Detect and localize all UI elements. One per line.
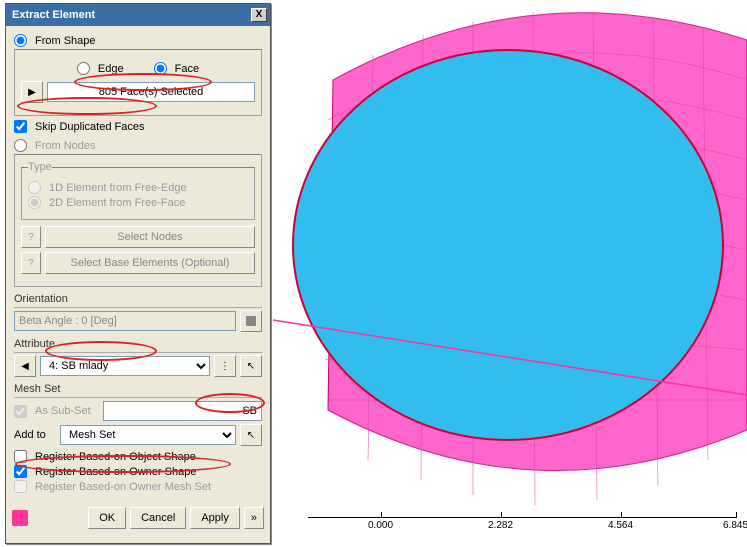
cancel-button[interactable]: Cancel [130,507,186,529]
opt-1d-label: 1D Element from Free-Edge [49,182,187,194]
extract-element-dialog: Extract Element X From Shape Edge Face [5,3,271,544]
cursor-icon: ↖ [247,361,255,372]
attribute-pick-button[interactable]: ↖ [240,355,262,377]
from-shape-radio[interactable]: From Shape [14,34,262,47]
as-subset-input [14,405,27,418]
titlebar[interactable]: Extract Element X [6,4,270,26]
reg-object-checkbox[interactable]: Register Based-on Object Shape [14,450,262,463]
from-shape-label: From Shape [35,35,96,47]
orientation-label: Orientation [14,293,262,308]
face-radio-input[interactable] [154,62,167,75]
selection-field[interactable] [47,82,255,102]
more-button[interactable]: » [244,507,264,529]
as-subset-label: As Sub-Set [35,405,91,417]
type-group: Type 1D Element from Free-Edge 2D Elemen… [21,161,255,220]
edge-radio[interactable]: Edge [77,62,124,75]
ruler: 0.000 2.282 4.564 6.845 [308,517,737,537]
reg-object-input[interactable] [14,450,27,463]
dialog-title: Extract Element [12,9,95,21]
add-to-pick-button[interactable]: ↖ [240,424,262,446]
from-shape-group: Edge Face ▶ [14,49,262,116]
apply-button[interactable]: Apply [190,507,240,529]
opt-1d-radio: 1D Element from Free-Edge [28,181,248,194]
meshset-name-field[interactable] [103,401,262,421]
model-render [273,0,747,520]
edge-radio-input[interactable] [77,62,90,75]
opt-2d-radio: 2D Element from Free-Face [28,196,248,209]
tick-1: 2.282 [488,520,513,531]
as-subset-checkbox: As Sub-Set [14,405,91,418]
eraser-icon[interactable] [12,510,28,526]
close-icon[interactable]: X [251,8,267,22]
orientation-button[interactable] [240,310,262,332]
attribute-combo[interactable]: 4: SB mlady [40,356,210,376]
button-row: OK Cancel Apply » [6,501,270,535]
reg-mesh-input [14,480,27,493]
chevron-left-icon: ◀ [21,361,29,372]
ok-button[interactable]: OK [88,507,126,529]
dialog-body: From Shape Edge Face ▶ S [6,26,270,501]
help-icon: ? [21,226,41,248]
face-label: Face [175,63,199,75]
type-label: Type [28,161,52,173]
from-nodes-radio-input[interactable] [14,139,27,152]
skip-duplicated-checkbox[interactable]: Skip Duplicated Faces [14,120,262,133]
orientation-field [14,311,236,331]
arrow-right-icon: ▶ [28,87,36,98]
select-base-button: Select Base Elements (Optional) [45,252,255,274]
tick-2: 4.564 [608,520,633,531]
from-nodes-radio[interactable]: From Nodes [14,139,262,152]
reg-object-label: Register Based-on Object Shape [35,451,196,463]
tick-3: 6.845 [723,520,747,531]
reg-owner-input[interactable] [14,465,27,478]
viewport-3d[interactable]: 0.000 2.282 4.564 6.845 [273,0,747,547]
reg-owner-label: Register Based-on Owner Shape [35,466,196,478]
dots-icon: ⋮ [220,361,230,372]
select-nodes-button: Select Nodes [45,226,255,248]
reg-mesh-label: Register Based-on Owner Mesh Set [35,481,211,493]
opt-2d-input [28,196,41,209]
edge-label: Edge [98,63,124,75]
reg-owner-checkbox[interactable]: Register Based-on Owner Shape [14,465,262,478]
face-radio[interactable]: Face [154,62,199,75]
from-nodes-label: From Nodes [35,140,96,152]
skip-duplicated-input[interactable] [14,120,27,133]
tick-0: 0.000 [368,520,393,531]
from-shape-radio-input[interactable] [14,34,27,47]
skip-duplicated-label: Skip Duplicated Faces [35,121,144,133]
attribute-label: Attribute [14,338,262,353]
opt-2d-label: 2D Element from Free-Face [49,197,185,209]
add-to-label: Add to [14,429,56,441]
from-nodes-group: Type 1D Element from Free-Edge 2D Elemen… [14,154,262,287]
cursor-icon-2: ↖ [247,430,255,441]
add-to-combo[interactable]: Mesh Set [60,425,236,445]
opt-1d-input [28,181,41,194]
help-icon-2: ? [21,252,41,274]
attribute-prev-button[interactable]: ◀ [14,355,36,377]
attribute-edit-button[interactable]: ⋮ [214,355,236,377]
meshset-label: Mesh Set [14,383,262,398]
select-arrow-button[interactable]: ▶ [21,81,43,103]
reg-mesh-checkbox: Register Based-on Owner Mesh Set [14,480,262,493]
square-icon [246,316,256,326]
